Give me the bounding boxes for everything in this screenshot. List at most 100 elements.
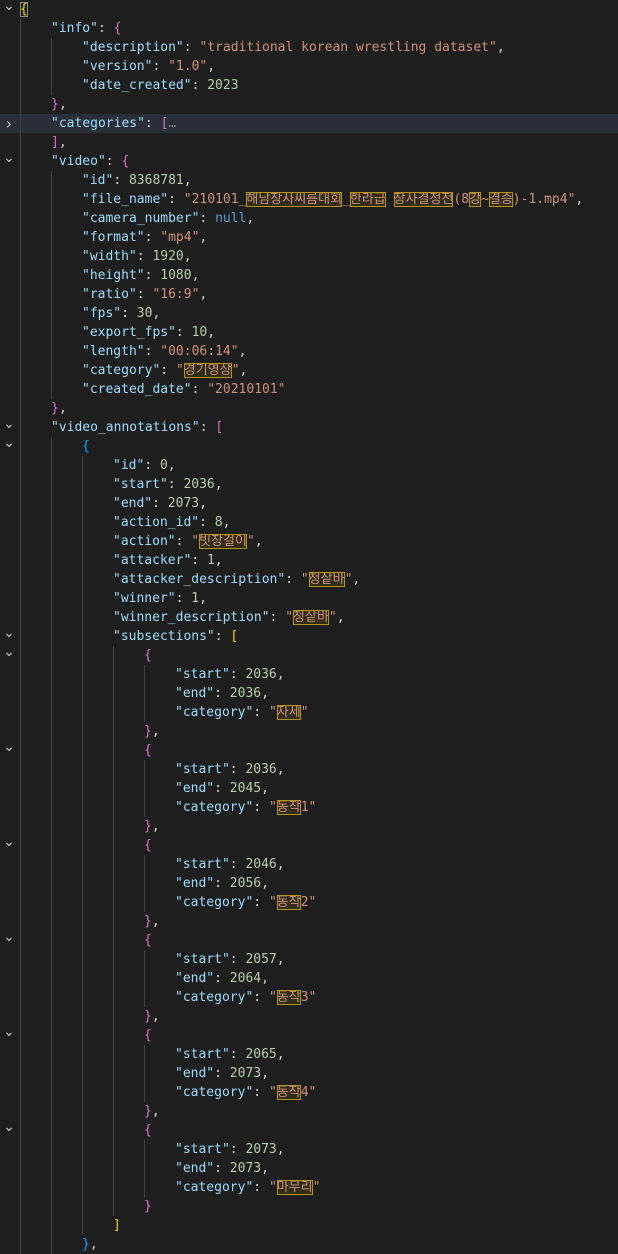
code-line[interactable]: }, xyxy=(0,1007,618,1026)
chevron-down-icon[interactable]: ⌄ xyxy=(2,930,16,950)
code-line[interactable]: ⌄{ xyxy=(0,436,618,456)
indent-guide xyxy=(51,741,52,760)
code-line[interactable]: "fps": 30, xyxy=(0,304,618,323)
chevron-down-icon[interactable]: ⌄ xyxy=(2,436,16,456)
code-editor[interactable]: ⌄{"info": {"description": "traditional k… xyxy=(0,0,618,1254)
code-line[interactable]: ⌄ "video": { xyxy=(0,151,618,171)
code-line[interactable]: "export_fps": 10, xyxy=(0,323,618,342)
code-line[interactable]: "length": "00:06:14", xyxy=(0,342,618,361)
code-line[interactable]: "start": 2036, xyxy=(0,475,618,494)
indent-guide xyxy=(20,1064,21,1083)
code-line[interactable]: "start": 2065, xyxy=(0,1045,618,1064)
code-line[interactable]: "width": 1920, xyxy=(0,247,618,266)
code-token: " xyxy=(268,705,277,720)
code-line[interactable]: ⌄ "video_annotations": [ xyxy=(0,417,618,437)
code-line[interactable]: "category": "경기영상", xyxy=(0,361,618,380)
code-line[interactable]: "id": 8368781, xyxy=(0,171,618,190)
code-line[interactable]: "category": "마무리" xyxy=(0,1178,618,1197)
code-line[interactable]: ], xyxy=(0,133,618,152)
indent-guide xyxy=(113,1159,114,1178)
code-line[interactable]: "height": 1080, xyxy=(0,266,618,285)
code-line[interactable]: "attacker": 1, xyxy=(0,551,618,570)
code-token: : xyxy=(253,800,269,815)
code-line[interactable]: }, xyxy=(0,912,618,931)
chevron-down-icon[interactable]: ⌄ xyxy=(2,835,16,855)
code-line[interactable]: "end": 2073, xyxy=(0,494,618,513)
chevron-down-icon[interactable]: ⌄ xyxy=(2,1025,16,1045)
code-line[interactable]: ⌄{ xyxy=(0,0,618,19)
code-token: "end" xyxy=(175,971,215,986)
code-line[interactable]: ⌄ "subsections": [ xyxy=(0,626,618,646)
code-line[interactable]: "camera_number": null, xyxy=(0,209,618,228)
code-line[interactable]: }, xyxy=(0,1235,618,1254)
code-line[interactable]: ⌄{ xyxy=(0,835,618,855)
indent-guide xyxy=(144,1064,145,1083)
code-line[interactable]: "format": "mp4", xyxy=(0,228,618,247)
code-line[interactable]: }, xyxy=(0,722,618,741)
code-line[interactable]: "attacker_description": "청샅바", xyxy=(0,570,618,589)
code-line[interactable]: "start": 2046, xyxy=(0,855,618,874)
code-line[interactable]: "category": "동작1" xyxy=(0,798,618,817)
chevron-down-icon[interactable]: ⌄ xyxy=(2,0,16,19)
code-text: { xyxy=(144,1026,152,1045)
code-line[interactable]: }, xyxy=(0,95,618,114)
code-text: "length": "00:06:14", xyxy=(82,342,246,361)
code-line[interactable]: ⌄{ xyxy=(0,740,618,760)
chevron-down-icon[interactable]: ⌄ xyxy=(2,740,16,760)
code-line[interactable]: "created_date": "20210101" xyxy=(0,380,618,399)
indent-guide xyxy=(82,589,83,608)
code-text: "description": "traditional korean wrest… xyxy=(82,38,505,57)
code-token: : xyxy=(144,268,161,283)
code-line[interactable]: "action": "빗장걸이", xyxy=(0,532,618,551)
code-line[interactable]: "end": 2073, xyxy=(0,1159,618,1178)
code-token: [ xyxy=(215,420,224,435)
code-line[interactable]: "ratio": "16:9", xyxy=(0,285,618,304)
code-line[interactable]: "info": { xyxy=(0,19,618,38)
code-line[interactable]: } xyxy=(0,1197,618,1216)
indent-guide xyxy=(82,931,83,950)
code-line[interactable]: "end": 2073, xyxy=(0,1064,618,1083)
code-line[interactable]: "start": 2036, xyxy=(0,665,618,684)
code-line[interactable]: "id": 0, xyxy=(0,456,618,475)
code-line[interactable]: "category": "동작2" xyxy=(0,893,618,912)
indent-guide xyxy=(82,513,83,532)
chevron-down-icon[interactable]: ⌄ xyxy=(2,1120,16,1140)
code-line[interactable]: ⌄{ xyxy=(0,1120,618,1140)
code-line[interactable]: ⌄{ xyxy=(0,1025,618,1045)
code-line[interactable]: "description": "traditional korean wrest… xyxy=(0,38,618,57)
chevron-down-icon[interactable]: ⌄ xyxy=(2,151,16,171)
indent-guide xyxy=(113,893,114,912)
code-line[interactable]: ] xyxy=(0,1216,618,1235)
code-line[interactable]: }, xyxy=(0,399,618,418)
code-line[interactable]: › "categories": [… xyxy=(0,114,618,133)
code-line[interactable]: "end": 2056, xyxy=(0,874,618,893)
chevron-down-icon[interactable]: ⌄ xyxy=(2,645,16,665)
code-token: : xyxy=(191,553,207,568)
code-text: "start": 2065, xyxy=(175,1045,285,1064)
code-text: }, xyxy=(144,722,160,741)
code-line[interactable]: "start": 2057, xyxy=(0,950,618,969)
code-line[interactable]: "start": 2036, xyxy=(0,760,618,779)
code-token: 10 xyxy=(191,325,208,340)
code-line[interactable]: }, xyxy=(0,1102,618,1121)
code-token: , xyxy=(352,572,361,587)
code-line[interactable]: ⌄{ xyxy=(0,645,618,665)
code-line[interactable]: "end": 2064, xyxy=(0,969,618,988)
code-line[interactable]: "winner": 1, xyxy=(0,589,618,608)
code-line[interactable]: "start": 2073, xyxy=(0,1140,618,1159)
code-line[interactable]: "category": "동작4" xyxy=(0,1083,618,1102)
code-line[interactable]: }, xyxy=(0,817,618,836)
code-line[interactable]: "category": "동작3" xyxy=(0,988,618,1007)
code-line[interactable]: "version": "1.0", xyxy=(0,57,618,76)
code-line[interactable]: "end": 2045, xyxy=(0,779,618,798)
code-line[interactable]: "winner_description": "청샅바", xyxy=(0,608,618,627)
code-line[interactable]: "end": 2036, xyxy=(0,684,618,703)
code-line[interactable]: "action_id": 8, xyxy=(0,513,618,532)
code-line[interactable]: "category": "자세" xyxy=(0,703,618,722)
code-token: , xyxy=(261,1161,269,1176)
code-line[interactable]: ⌄{ xyxy=(0,930,618,950)
code-line[interactable]: "date_created": 2023 xyxy=(0,76,618,95)
code-token: , xyxy=(261,876,269,891)
code-line[interactable]: "file_name": "210101_해남장사씨름대회_한라급 장사결정전(… xyxy=(0,190,618,209)
chevron-right-icon[interactable]: › xyxy=(2,114,16,133)
